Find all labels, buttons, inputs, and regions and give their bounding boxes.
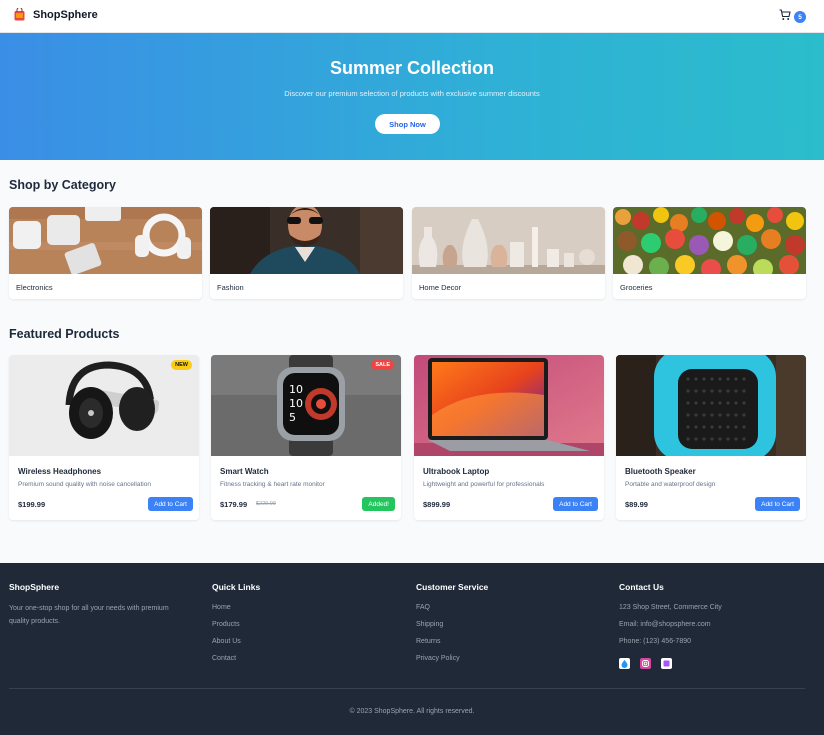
footer-link-returns[interactable]: Returns (416, 636, 488, 653)
footer-link-shipping[interactable]: Shipping (416, 619, 488, 636)
footer-contact-title: Contact Us (619, 582, 664, 592)
electronics-image (9, 207, 202, 274)
category-card-electronics[interactable]: Electronics (9, 207, 202, 299)
hero-subtitle: Discover our premium selection of produc… (284, 89, 540, 98)
hero-title: Summer Collection (329, 58, 495, 78)
site-footer: ShopSphere Your one-stop shop for all yo… (0, 563, 824, 735)
site-header: ShopSphere 5 (0, 0, 824, 33)
headphones-image: NEW (9, 355, 199, 456)
home-decor-image (412, 207, 605, 274)
shop-now-button[interactable]: Shop Now (375, 114, 440, 134)
product-name: Wireless Headphones (18, 467, 102, 476)
cart-button[interactable]: 5 (779, 8, 806, 26)
product-card-smart-watch[interactable]: 10 10 5 SALE Smart Watch Fitness trackin… (211, 355, 401, 520)
product-card-speaker[interactable]: Bluetooth Speaker Portable and waterproo… (616, 355, 806, 520)
product-original-price: $229.99 (256, 501, 276, 507)
footer-link-privacy-policy[interactable]: Privacy Policy (416, 653, 488, 670)
featured-section-title: Featured Products (9, 327, 120, 341)
new-badge: NEW (171, 360, 192, 370)
footer-brand-title: ShopSphere (9, 582, 60, 592)
category-section-title: Shop by Category (9, 178, 116, 192)
svg-text:10: 10 (289, 397, 303, 410)
add-to-cart-button[interactable]: Add to Cart (148, 497, 193, 511)
footer-email: Email: info@shopsphere.com (619, 621, 711, 628)
footer-customer-service-column: Customer Service FAQ Shipping Returns Pr… (416, 582, 488, 670)
cart-icon (779, 8, 791, 26)
category-label: Electronics (16, 283, 53, 292)
product-card-headphones[interactable]: NEW Wireless Headphones Premium sound qu… (9, 355, 199, 520)
product-price: $199.99 (18, 500, 46, 509)
hero-banner: Summer Collection Discover our premium s… (0, 33, 824, 160)
footer-customer-service-title: Customer Service (416, 582, 489, 592)
logo-text: ShopSphere (33, 8, 98, 21)
fashion-image (210, 207, 403, 274)
category-card-groceries[interactable]: Groceries (613, 207, 806, 299)
footer-contact-column: Contact Us 123 Shop Street, Commerce Cit… (619, 582, 722, 669)
product-description: Fitness tracking & heart rate monitor (220, 481, 325, 488)
speaker-image (616, 355, 806, 456)
sale-badge: SALE (371, 360, 394, 370)
copyright-text: © 2023 ShopSphere. All rights reserved. (349, 708, 475, 715)
footer-phone: Phone: (123) 456-7890 (619, 638, 691, 645)
category-label: Home Decor (419, 283, 462, 292)
product-name: Bluetooth Speaker (625, 467, 696, 476)
footer-quick-links-title: Quick Links (212, 582, 261, 592)
footer-divider (9, 688, 805, 689)
category-label: Fashion (217, 283, 244, 292)
logo[interactable]: ShopSphere (14, 7, 98, 21)
footer-link-home[interactable]: Home (212, 602, 260, 619)
category-card-fashion[interactable]: Fashion (210, 207, 403, 299)
product-card-laptop[interactable]: Ultrabook Laptop Lightweight and powerfu… (414, 355, 604, 520)
category-label: Groceries (620, 283, 653, 292)
svg-text:10: 10 (289, 383, 303, 396)
product-price: $89.99 (625, 500, 648, 509)
footer-brand-text: Your one-stop shop for all your needs wi… (9, 605, 169, 625)
added-button[interactable]: Added! (362, 497, 395, 511)
product-description: Premium sound quality with noise cancell… (18, 481, 151, 488)
add-to-cart-button[interactable]: Add to Cart (553, 497, 598, 511)
product-description: Lightweight and powerful for professiona… (423, 481, 545, 488)
footer-brand-column: ShopSphere Your one-stop shop for all yo… (9, 582, 189, 628)
footer-quick-links-column: Quick Links Home Products About Us Conta… (212, 582, 260, 670)
product-description: Portable and waterproof design (625, 481, 716, 488)
product-price: $179.99 (220, 500, 248, 509)
product-name: Smart Watch (220, 467, 269, 476)
cart-count-badge: 5 (794, 11, 806, 23)
svg-text:5: 5 (289, 411, 296, 424)
social-links (619, 658, 722, 669)
laptop-image (414, 355, 604, 456)
add-to-cart-button[interactable]: Add to Cart (755, 497, 800, 511)
footer-link-products[interactable]: Products (212, 619, 260, 636)
category-card-home-decor[interactable]: Home Decor (412, 207, 605, 299)
smart-watch-image: 10 10 5 SALE (211, 355, 401, 456)
groceries-image (613, 207, 806, 274)
footer-address: 123 Shop Street, Commerce City (619, 604, 722, 611)
product-price: $899.99 (423, 500, 451, 509)
footer-link-about-us[interactable]: About Us (212, 636, 260, 653)
product-name: Ultrabook Laptop (423, 467, 490, 476)
shopping-bag-icon (14, 7, 25, 21)
facebook-icon[interactable] (619, 658, 630, 669)
footer-link-contact[interactable]: Contact (212, 653, 260, 670)
footer-link-faq[interactable]: FAQ (416, 602, 488, 619)
instagram-icon[interactable] (640, 658, 651, 669)
messenger-icon[interactable] (661, 658, 672, 669)
